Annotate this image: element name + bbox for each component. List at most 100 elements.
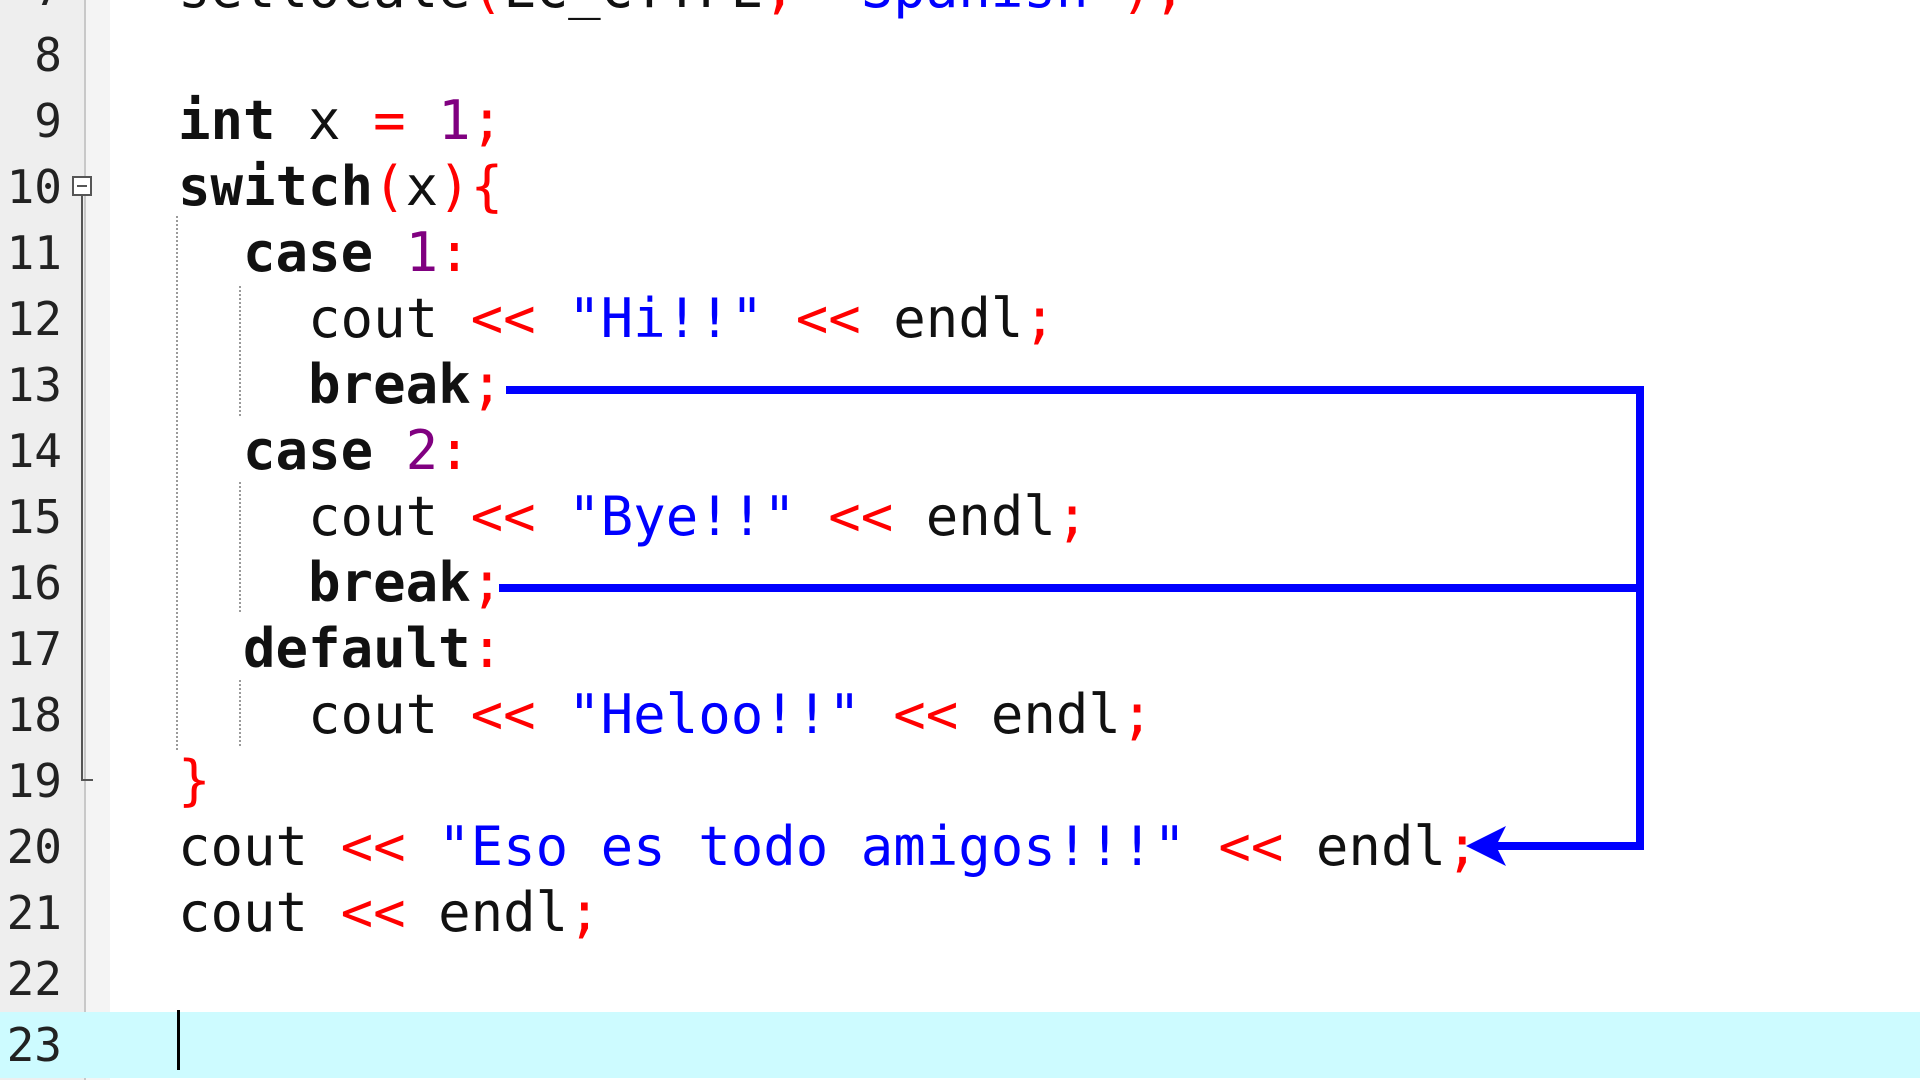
code-token: ; <box>1120 683 1154 746</box>
line-number: 11 <box>6 226 62 280</box>
code-token: "Hi!!" <box>568 287 764 350</box>
line-code: cout << "Eso es todo amigos!!!" << endl; <box>178 814 1478 880</box>
line-number: 9 <box>34 94 62 148</box>
code-token: cout <box>178 683 471 746</box>
code-token: << <box>828 485 894 548</box>
code-token: ; <box>1055 485 1089 548</box>
line-code: setlocale(LC_CTYPE, "Spanish"); <box>178 0 1186 22</box>
line-number: 10 <box>6 160 62 214</box>
line-code: } <box>178 748 211 814</box>
code-line[interactable]: 11 case 1: <box>0 220 1920 286</box>
code-token: endl <box>958 683 1121 746</box>
code-token: ; <box>470 353 504 416</box>
code-token: x <box>405 155 439 218</box>
code-editor[interactable]: 7 setlocale(LC_CTYPE, "Spanish"); 8 9 int x … <box>0 0 1920 1080</box>
indent-guide-switch <box>176 216 178 750</box>
code-token: default <box>243 617 471 680</box>
line-number: 15 <box>6 490 62 544</box>
line-number: 13 <box>6 358 62 412</box>
code-line[interactable]: 19} <box>0 748 1920 814</box>
code-token: : <box>470 617 504 680</box>
code-line[interactable]: 9 int x = 1; <box>0 88 1920 154</box>
code-token: setlocale <box>178 0 471 20</box>
indent-guide-default <box>239 680 241 746</box>
code-line[interactable]: 13 break; <box>0 352 1920 418</box>
code-line[interactable]: 21 cout << endl; <box>0 880 1920 946</box>
code-token: case <box>243 419 374 482</box>
code-token: } <box>178 749 211 812</box>
code-token: = <box>373 89 406 152</box>
fold-end-marker <box>81 779 93 781</box>
line-code: int x = 1; <box>178 88 503 154</box>
line-number: 23 <box>6 1018 62 1072</box>
code-token: break <box>308 353 471 416</box>
line-number: 16 <box>6 556 62 610</box>
code-token: "Eso es todo amigos!!!" <box>438 815 1186 878</box>
line-code: break; <box>178 352 503 418</box>
indent-guide-case-2 <box>239 482 241 612</box>
code-token: endl <box>860 287 1024 350</box>
code-token: cout <box>178 881 341 944</box>
code-token: cout <box>178 485 471 548</box>
line-code: cout << "Hi!!" << endl; <box>178 286 1056 352</box>
code-line[interactable]: 10 switch(x){ <box>0 154 1920 220</box>
code-token: cout <box>178 815 341 878</box>
indent-guide-case-1 <box>239 286 241 416</box>
line-number: 8 <box>34 28 62 82</box>
line-number: 20 <box>6 820 62 874</box>
code-token: endl <box>1283 815 1446 878</box>
line-number: 22 <box>6 952 62 1006</box>
code-line[interactable]: 17 default: <box>0 616 1920 682</box>
current-line[interactable]: 23 <box>0 1012 1920 1078</box>
code-token: , <box>763 0 828 20</box>
code-token: ); <box>1121 0 1186 20</box>
line-code: break; <box>178 550 503 616</box>
code-line[interactable]: 12 cout << "Hi!!" << endl; <box>0 286 1920 352</box>
code-line[interactable]: 15 cout << "Bye!!" << endl; <box>0 484 1920 550</box>
line-code: cout << endl; <box>178 880 601 946</box>
fold-collapse-icon[interactable] <box>72 176 92 196</box>
code-token: cout <box>178 287 471 350</box>
code-token: ; <box>470 89 504 152</box>
code-token: : <box>438 221 471 284</box>
line-number: 7 <box>0 0 62 22</box>
code-token: << <box>340 815 406 878</box>
code-line[interactable]: 22 <box>0 946 1920 1012</box>
text-caret <box>177 1010 180 1070</box>
line-code: cout << "Heloo!!" << endl; <box>178 682 1153 748</box>
code-token: ; <box>1023 287 1056 350</box>
line-number: 12 <box>6 292 62 346</box>
code-token: ){ <box>438 155 504 218</box>
code-line[interactable]: 14 case 2: <box>0 418 1920 484</box>
code-token: x <box>275 89 374 152</box>
code-token: << <box>470 683 536 746</box>
line-code: switch(x){ <box>178 154 503 220</box>
line-number: 14 <box>6 424 62 478</box>
line-code: case 2: <box>178 418 471 484</box>
code-line[interactable]: 7 setlocale(LC_CTYPE, "Spanish"); <box>0 0 1920 22</box>
line-code: cout << "Bye!!" << endl; <box>178 484 1088 550</box>
code-line[interactable]: 18 cout << "Heloo!!" << endl; <box>0 682 1920 748</box>
code-line[interactable]: 8 <box>0 22 1920 88</box>
code-line[interactable]: 20 cout << "Eso es todo amigos!!!" << end… <box>0 814 1920 880</box>
code-token: : <box>438 419 471 482</box>
code-token: 2 <box>405 419 439 482</box>
code-token: case <box>243 221 374 284</box>
code-token: << <box>470 287 536 350</box>
code-line[interactable]: 16 break; <box>0 550 1920 616</box>
code-token: switch <box>178 155 374 218</box>
line-number: 21 <box>6 886 62 940</box>
code-token: << <box>470 485 536 548</box>
